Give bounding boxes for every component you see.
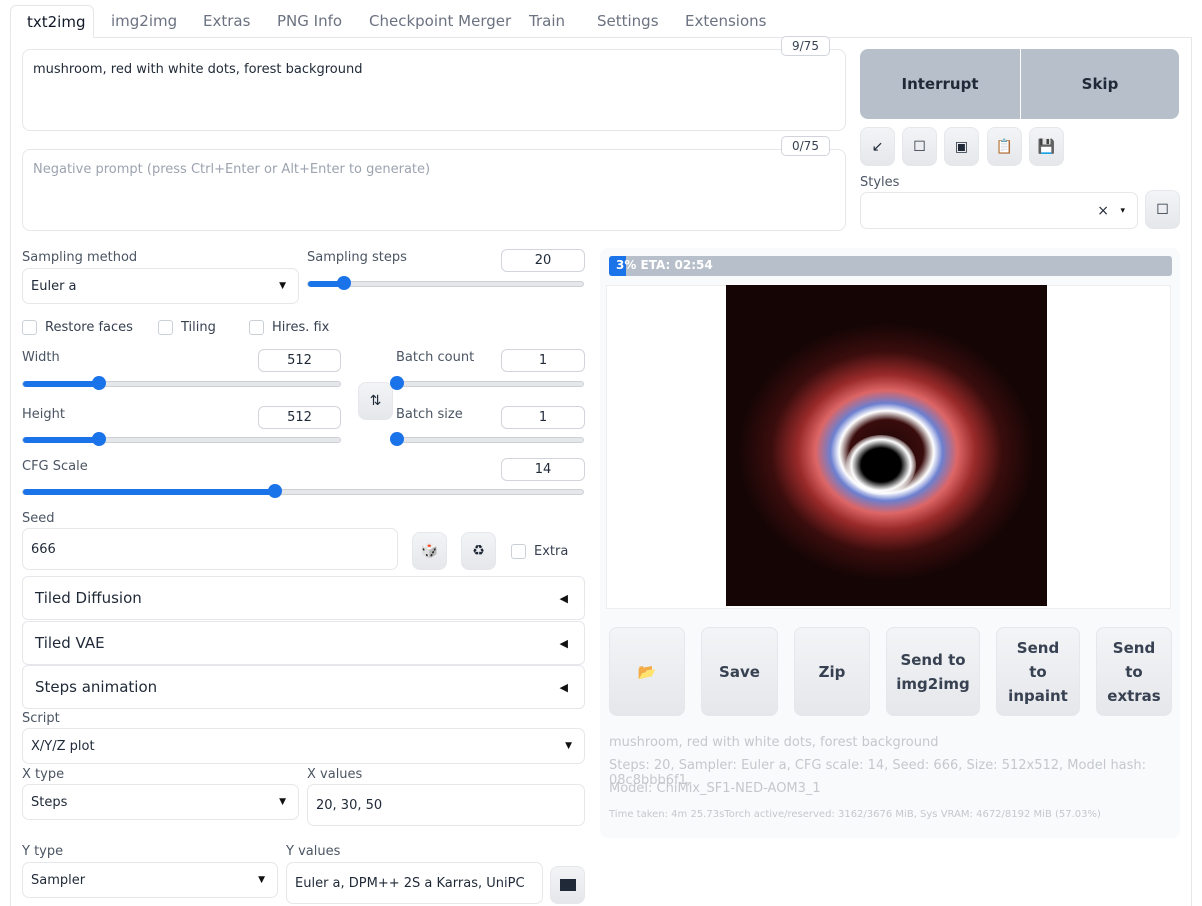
- seed-label: Seed: [22, 511, 55, 526]
- tiling-checkbox[interactable]: Tiling: [158, 320, 216, 335]
- chevron-down-icon: ▾: [1120, 205, 1125, 216]
- collapse-arrow-icon: ◀: [559, 680, 568, 694]
- x-values-label: X values: [307, 767, 363, 782]
- send-to-extras-button[interactable]: Send to extras: [1096, 627, 1172, 716]
- collapse-arrow-icon: ◀: [559, 591, 568, 605]
- hires-fix-checkbox[interactable]: Hires. fix: [249, 320, 329, 335]
- x-type-dropdown[interactable]: Steps ▼: [22, 784, 299, 820]
- width-input[interactable]: 512: [258, 349, 341, 372]
- script-label: Script: [22, 711, 60, 726]
- arrow-icon[interactable]: ↙: [860, 127, 895, 166]
- dice-icon[interactable]: 🎲: [412, 532, 447, 570]
- restore-faces-checkbox[interactable]: Restore faces: [22, 320, 133, 335]
- skip-button[interactable]: Skip: [1021, 49, 1179, 119]
- seed-input[interactable]: 666: [22, 528, 398, 570]
- progress-text: 3% ETA: 02:54: [616, 258, 713, 272]
- hires-fix-label: Hires. fix: [272, 320, 330, 335]
- info-prompt: mushroom, red with white dots, forest ba…: [609, 735, 939, 750]
- sampling-method-dropdown[interactable]: Euler a ▼: [22, 268, 299, 304]
- tab-settings[interactable]: Settings: [581, 5, 675, 38]
- width-label: Width: [22, 350, 60, 365]
- styles-apply-button[interactable]: ☐: [1145, 190, 1180, 229]
- accordion-tiled-vae[interactable]: Tiled VAE ◀: [22, 621, 585, 665]
- zip-button[interactable]: Zip: [794, 627, 870, 716]
- y-values-label: Y values: [286, 844, 341, 859]
- sampling-steps-slider[interactable]: [307, 276, 584, 290]
- extra-checkbox[interactable]: Extra: [511, 544, 568, 559]
- x-values-input[interactable]: 20, 30, 50: [307, 784, 585, 826]
- height-slider[interactable]: [22, 432, 341, 446]
- send-to-inpaint-button[interactable]: Send to inpaint: [996, 627, 1080, 716]
- tab-txt2img[interactable]: txt2img: [10, 5, 94, 38]
- accordion-steps-animation[interactable]: Steps animation ◀: [22, 665, 585, 709]
- info-time: Time taken: 4m 25.73sTorch active/reserv…: [609, 809, 1101, 820]
- accordion-tiled-diffusion[interactable]: Tiled Diffusion ◀: [22, 576, 585, 620]
- extra-label: Extra: [534, 544, 569, 559]
- prompt-input[interactable]: mushroom, red with white dots, forest ba…: [22, 49, 846, 131]
- x-type-value: Steps: [31, 794, 68, 810]
- height-label: Height: [22, 407, 65, 422]
- tiling-label: Tiling: [181, 320, 216, 335]
- script-dropdown[interactable]: X/Y/Z plot ▼: [22, 728, 585, 764]
- batch-size-input[interactable]: 1: [501, 406, 585, 429]
- swap-dimensions-button[interactable]: ⇅: [358, 382, 393, 420]
- y-values-input[interactable]: Euler a, DPM++ 2S a Karras, UniPC: [286, 862, 543, 904]
- styles-dropdown[interactable]: × ▾: [860, 192, 1138, 229]
- cfg-scale-label: CFG Scale: [22, 459, 88, 474]
- interrupt-button[interactable]: Interrupt: [860, 49, 1020, 119]
- info-model: Model: ChiMix_SF1-NED-AOM3_1: [609, 781, 821, 796]
- accordion-title: Steps animation: [35, 678, 158, 696]
- y-type-value: Sampler: [31, 872, 86, 888]
- sampling-steps-label: Sampling steps: [307, 250, 407, 265]
- height-input[interactable]: 512: [258, 406, 341, 429]
- sampling-steps-input[interactable]: 20: [501, 249, 585, 272]
- prompt-token-counter: 9/75: [781, 36, 830, 56]
- batch-size-slider[interactable]: [390, 432, 584, 446]
- chevron-down-icon: ▼: [279, 797, 286, 807]
- tab-png-info[interactable]: PNG Info: [261, 5, 358, 38]
- chevron-down-icon: ▼: [565, 741, 572, 751]
- negative-prompt-input[interactable]: Negative prompt (press Ctrl+Enter or Alt…: [22, 149, 846, 231]
- batch-size-label: Batch size: [396, 407, 463, 422]
- batch-count-input[interactable]: 1: [501, 349, 585, 372]
- sampling-method-value: Euler a: [31, 278, 77, 294]
- accordion-title: Tiled VAE: [35, 634, 105, 652]
- fill-values-button[interactable]: [550, 866, 585, 904]
- batch-count-label: Batch count: [396, 350, 475, 365]
- script-value: X/Y/Z plot: [31, 738, 95, 754]
- width-slider[interactable]: [22, 376, 341, 390]
- image-detail: [846, 435, 916, 495]
- chevron-down-icon: ▼: [279, 281, 286, 291]
- tab-img2img[interactable]: img2img: [95, 5, 193, 38]
- styles-label: Styles: [860, 175, 900, 190]
- cfg-scale-input[interactable]: 14: [501, 458, 585, 481]
- open-folder-button[interactable]: 📂: [609, 627, 685, 716]
- negative-prompt-token-counter: 0/75: [781, 136, 830, 156]
- chevron-down-icon: ▼: [258, 875, 265, 885]
- image-icon[interactable]: ▣: [944, 127, 979, 166]
- square-icon[interactable]: ☐: [902, 127, 937, 166]
- tab-train[interactable]: Train: [513, 5, 581, 38]
- y-type-dropdown[interactable]: Sampler ▼: [22, 862, 278, 898]
- clipboard-icon[interactable]: 📋: [987, 127, 1022, 166]
- batch-count-slider[interactable]: [390, 376, 584, 390]
- save-button[interactable]: Save: [701, 627, 778, 716]
- stop-icon: [559, 879, 576, 891]
- clear-icon[interactable]: ×: [1097, 203, 1109, 219]
- collapse-arrow-icon: ◀: [559, 636, 568, 650]
- x-type-label: X type: [22, 767, 65, 782]
- tab-extensions[interactable]: Extensions: [669, 5, 782, 38]
- restore-faces-label: Restore faces: [45, 320, 133, 335]
- accordion-title: Tiled Diffusion: [35, 589, 142, 607]
- send-to-img2img-button[interactable]: Send to img2img: [886, 627, 980, 716]
- generated-image[interactable]: [726, 285, 1047, 606]
- y-type-label: Y type: [22, 844, 64, 859]
- recycle-icon[interactable]: ♻: [461, 532, 496, 570]
- save-icon[interactable]: 💾: [1029, 127, 1064, 166]
- sampling-method-label: Sampling method: [22, 250, 138, 265]
- tab-checkpoint-merger[interactable]: Checkpoint Merger: [353, 5, 527, 38]
- cfg-scale-slider[interactable]: [22, 484, 584, 498]
- progress-bar: 3% ETA: 02:54: [609, 256, 1172, 276]
- tab-extras[interactable]: Extras: [187, 5, 266, 38]
